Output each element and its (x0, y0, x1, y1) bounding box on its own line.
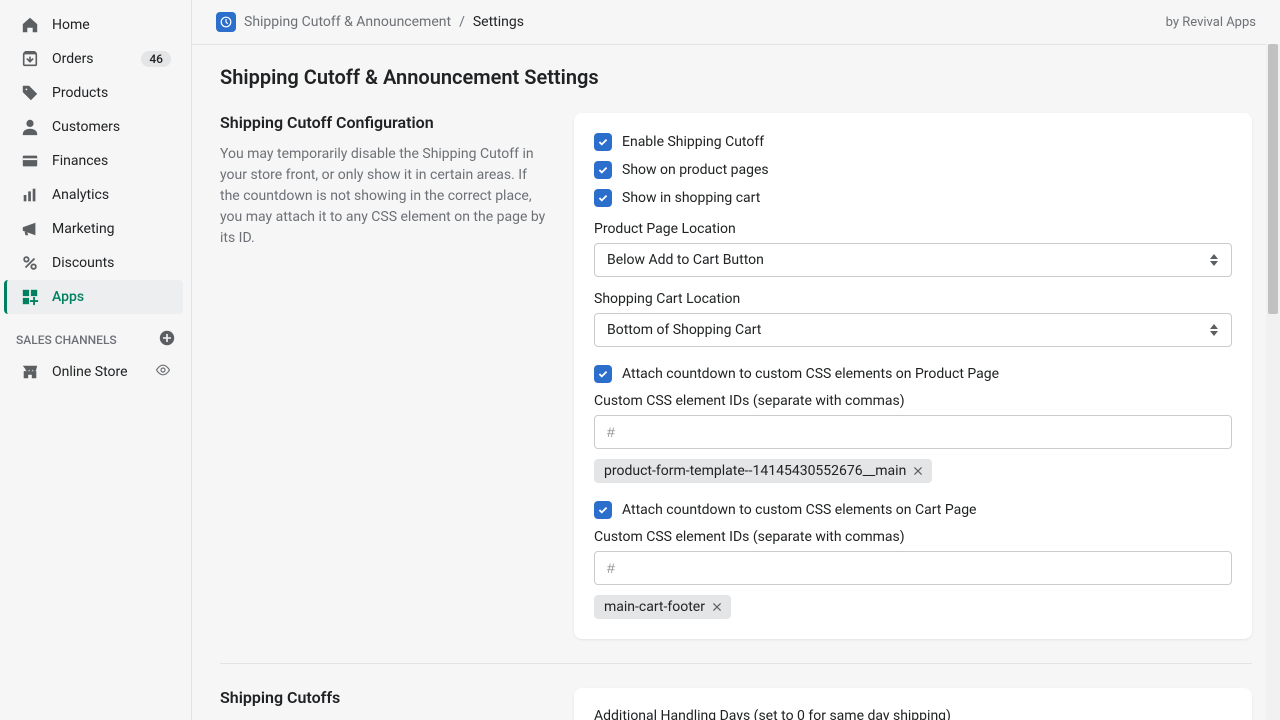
add-channel-icon[interactable] (159, 330, 175, 349)
checkbox-show-cart[interactable]: Show in shopping cart (594, 189, 1232, 207)
select-cart-location[interactable]: Bottom of Shopping Cart (594, 313, 1232, 347)
page-title: Shipping Cutoff & Announcement Settings (220, 65, 1252, 89)
label-css-ids-cart: Custom CSS element IDs (separate with co… (594, 529, 1232, 545)
sidebar-item-label: Apps (52, 289, 171, 305)
breadcrumb-app[interactable]: Shipping Cutoff & Announcement (244, 14, 451, 30)
cutoffs-card: Additional Handling Days (set to 0 for s… (574, 688, 1252, 720)
sidebar-item-customers[interactable]: Customers (8, 110, 183, 144)
checkbox-label: Enable Shipping Cutoff (622, 134, 764, 150)
apps-icon (20, 287, 40, 307)
sales-channels-header: SALES CHANNELS (4, 314, 187, 355)
label-product-location: Product Page Location (594, 221, 1232, 237)
sidebar-item-marketing[interactable]: Marketing (8, 212, 183, 246)
sidebar-item-label: Analytics (52, 187, 171, 203)
breadcrumb-current: Settings (473, 14, 524, 30)
topbar: Shipping Cutoff & Announcement / Setting… (192, 0, 1280, 45)
checkbox-label: Attach countdown to custom CSS elements … (622, 502, 976, 518)
tag-text: product-form-template--14145430552676__m… (604, 463, 906, 479)
section-heading: Shipping Cutoff Configuration (220, 113, 550, 132)
sidebar-item-orders[interactable]: Orders 46 (8, 42, 183, 76)
eye-icon[interactable] (155, 362, 171, 382)
label-cart-location: Shopping Cart Location (594, 291, 1232, 307)
byline: by Revival Apps (1166, 15, 1256, 30)
section-shipping-config: Shipping Cutoff Configuration You may te… (220, 113, 1252, 639)
analytics-icon (20, 185, 40, 205)
tag-product-css: product-form-template--14145430552676__m… (594, 459, 932, 483)
finances-icon (20, 151, 40, 171)
tag-remove-icon[interactable] (912, 465, 924, 477)
label-css-ids-product: Custom CSS element IDs (separate with co… (594, 393, 1232, 409)
orders-badge: 46 (141, 51, 171, 67)
sidebar: Home Orders 46 Products Customers Financ… (0, 0, 192, 720)
sidebar-item-online-store[interactable]: Online Store (8, 355, 183, 389)
section-description: Shipping Cutoff Configuration You may te… (220, 113, 550, 639)
sidebar-item-analytics[interactable]: Analytics (8, 178, 183, 212)
select-value: Below Add to Cart Button (607, 252, 764, 268)
sidebar-item-apps[interactable]: Apps (4, 280, 183, 314)
config-card: Enable Shipping Cutoff Show on product p… (574, 113, 1252, 639)
input-css-cart[interactable] (594, 551, 1232, 585)
checkbox-icon (594, 133, 612, 151)
sidebar-item-home[interactable]: Home (8, 8, 183, 42)
checkbox-label: Show on product pages (622, 162, 769, 178)
checkbox-show-product[interactable]: Show on product pages (594, 161, 1232, 179)
section-heading: Shipping Cutoffs (220, 688, 550, 707)
content: Shipping Cutoff & Announcement Settings … (192, 45, 1280, 720)
checkbox-icon (594, 501, 612, 519)
app-logo-icon (216, 12, 236, 32)
select-arrows-icon (1209, 324, 1219, 336)
label-handling-days: Additional Handling Days (set to 0 for s… (594, 708, 1232, 720)
main: Shipping Cutoff & Announcement / Setting… (192, 0, 1280, 720)
orders-icon (20, 49, 40, 69)
sidebar-item-label: Marketing (52, 221, 171, 237)
checkbox-icon (594, 189, 612, 207)
sidebar-item-discounts[interactable]: Discounts (8, 246, 183, 280)
discount-icon (20, 253, 40, 273)
checkbox-label: Show in shopping cart (622, 190, 760, 206)
store-icon (20, 362, 40, 382)
select-product-location[interactable]: Below Add to Cart Button (594, 243, 1232, 277)
scrollbar-thumb[interactable] (1268, 44, 1278, 314)
sidebar-item-products[interactable]: Products (8, 76, 183, 110)
sidebar-item-label: Products (52, 85, 171, 101)
home-icon (20, 15, 40, 35)
breadcrumb-separator: / (459, 14, 465, 30)
divider (220, 663, 1252, 664)
tag-text: main-cart-footer (604, 599, 705, 615)
sidebar-item-label: Home (52, 17, 171, 33)
section-description: Shipping Cutoffs Select the days you shi… (220, 688, 550, 720)
scrollbar[interactable] (1266, 44, 1280, 720)
checkbox-enable-cutoff[interactable]: Enable Shipping Cutoff (594, 133, 1232, 151)
breadcrumb: Shipping Cutoff & Announcement / Setting… (216, 12, 524, 32)
checkbox-icon (594, 365, 612, 383)
person-icon (20, 117, 40, 137)
checkbox-attach-product[interactable]: Attach countdown to custom CSS elements … (594, 365, 1232, 383)
megaphone-icon (20, 219, 40, 239)
section-header-label: SALES CHANNELS (16, 333, 117, 347)
tag-icon (20, 83, 40, 103)
sidebar-item-finances[interactable]: Finances (8, 144, 183, 178)
section-cutoffs: Shipping Cutoffs Select the days you shi… (220, 688, 1252, 720)
select-value: Bottom of Shopping Cart (607, 322, 761, 338)
checkbox-attach-cart[interactable]: Attach countdown to custom CSS elements … (594, 501, 1232, 519)
checkbox-label: Attach countdown to custom CSS elements … (622, 366, 999, 382)
checkbox-icon (594, 161, 612, 179)
sidebar-item-label: Discounts (52, 255, 171, 271)
tag-cart-css: main-cart-footer (594, 595, 731, 619)
sidebar-item-label: Customers (52, 119, 171, 135)
section-text: You may temporarily disable the Shipping… (220, 144, 550, 249)
input-css-product[interactable] (594, 415, 1232, 449)
select-arrows-icon (1209, 254, 1219, 266)
sidebar-item-label: Orders (52, 51, 141, 67)
sidebar-item-label: Finances (52, 153, 171, 169)
sidebar-item-label: Online Store (52, 364, 155, 380)
tag-remove-icon[interactable] (711, 601, 723, 613)
